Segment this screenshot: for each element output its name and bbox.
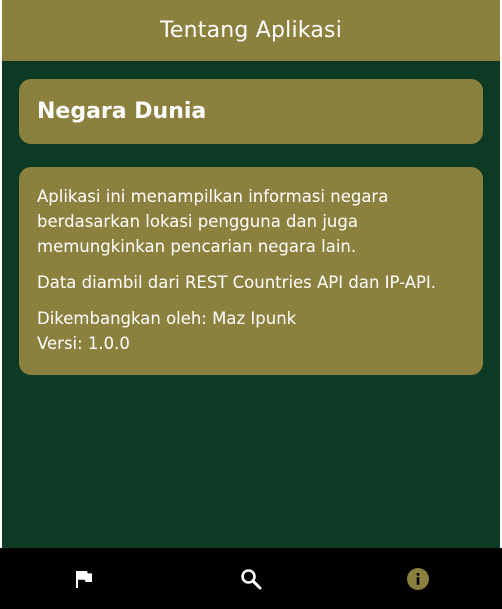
flag-icon xyxy=(74,569,94,589)
app-description: Aplikasi ini menampilkan informasi negar… xyxy=(37,187,389,256)
app-screen: Tentang Aplikasi Negara Dunia Aplikasi i… xyxy=(0,0,502,609)
search-icon xyxy=(240,568,262,590)
app-bar: Tentang Aplikasi xyxy=(2,0,500,61)
nav-item-search[interactable] xyxy=(167,548,334,590)
screen-edge-left xyxy=(0,0,2,548)
nav-item-info[interactable] xyxy=(334,548,501,590)
version-label: Versi: 1.0.0 xyxy=(37,334,130,353)
app-name-card: Negara Dunia xyxy=(19,79,483,144)
app-name-heading: Negara Dunia xyxy=(37,99,207,124)
developer-label: Dikembangkan oleh: Maz Ipunk xyxy=(37,309,297,328)
data-source-text: Data diambil dari REST Countries API dan… xyxy=(37,273,437,292)
info-icon xyxy=(406,567,430,591)
app-info-card: Aplikasi ini menampilkan informasi negar… xyxy=(19,167,483,375)
app-bar-title: Tentang Aplikasi xyxy=(159,18,343,43)
bottom-navigation-bar xyxy=(0,548,502,609)
developer-text: Dikembangkan oleh: Maz Ipunk Versi: 1.0.… xyxy=(37,306,465,356)
nav-item-flag[interactable] xyxy=(0,548,167,590)
